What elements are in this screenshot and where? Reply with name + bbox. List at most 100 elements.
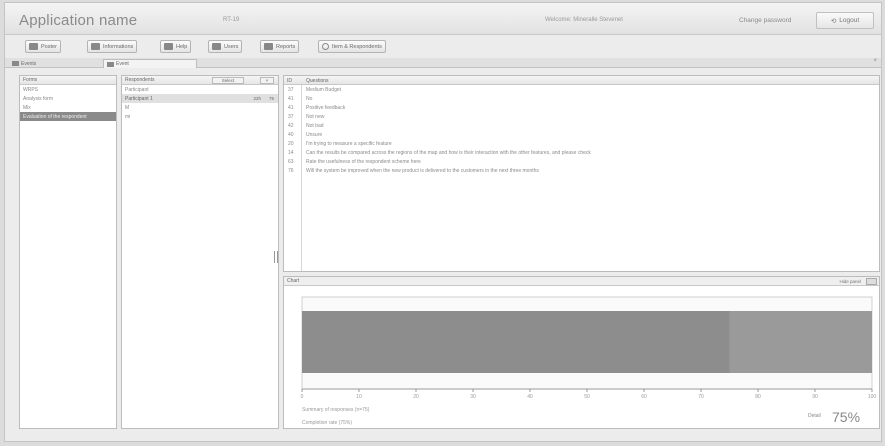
tab-label: Event: [116, 61, 129, 67]
close-icon[interactable]: ×: [873, 58, 877, 64]
toolbar-users-button[interactable]: Users: [208, 40, 243, 53]
close-panel-button[interactable]: [866, 278, 877, 285]
toolbar-label: Users: [224, 43, 239, 50]
chart-bar-remainder: [729, 311, 872, 373]
x-tick-label: 90: [812, 394, 818, 400]
tab-label: Events: [21, 60, 37, 67]
question-id: 40: [288, 131, 294, 138]
question-row[interactable]: Not bad: [302, 121, 879, 130]
results-caption: Summary of responses (n=75): [302, 407, 370, 413]
question-text-column: Medium Budget No Positive feedback Not n…: [302, 85, 879, 271]
form-list-item[interactable]: WRPS: [20, 85, 116, 94]
completion-percent: 75%: [832, 409, 861, 425]
questions-header: ID Questions: [284, 76, 879, 85]
question-row[interactable]: Positive feedback: [302, 103, 879, 112]
grid-icon: [264, 43, 273, 50]
question-row[interactable]: Unsure: [302, 130, 879, 139]
clear-button[interactable]: ×: [260, 77, 274, 84]
question-id-column: 37 41 41 37 42 40 20 14 63 76: [284, 85, 302, 271]
toolbar-item-respondents-button[interactable]: Item & Respondents: [318, 40, 386, 53]
respondent-label: M: [125, 104, 130, 111]
question-row[interactable]: Will the system be improved when the new…: [302, 166, 879, 175]
welcome-text: Welcome: Mineralle Stevenet: [545, 17, 623, 23]
x-tick-label: 70: [698, 394, 704, 400]
respondent-time: 22h: [253, 96, 261, 101]
panel-splitter[interactable]: [274, 251, 278, 263]
respondents-panel: Respondents Select × Participant Partici…: [121, 75, 279, 429]
question-id: 20: [288, 140, 294, 147]
grid-icon: [212, 43, 221, 50]
tab-events[interactable]: Events: [9, 59, 89, 68]
respondent-cells: 22h 75: [253, 96, 274, 101]
x-tick-label: 50: [584, 394, 590, 400]
respondent-label: Participant: [125, 86, 149, 93]
select-button[interactable]: Select: [212, 77, 244, 84]
forms-panel: Forms WRPS Analysis form Mix Evaluation …: [19, 75, 117, 429]
question-id: 41: [288, 104, 294, 111]
respondents-header-label: Respondents: [125, 77, 155, 83]
respondent-list-item[interactable]: M: [122, 103, 278, 112]
chart-bar: [302, 311, 730, 373]
question-row[interactable]: Rate the usefulness of the respondent sc…: [302, 157, 879, 166]
app-code: RT-19: [223, 17, 240, 23]
bar-chart: 0 10 20 30 40 50 60 70 80 90 100: [301, 296, 877, 400]
question-row[interactable]: Not new: [302, 112, 879, 121]
question-row[interactable]: No: [302, 94, 879, 103]
respondent-list-item[interactable]: Participant: [122, 85, 278, 94]
questions-header-id: ID: [287, 78, 292, 84]
completion-text: Completion rate (75%): [302, 420, 353, 426]
question-id: 41: [288, 95, 294, 102]
grid-icon: [12, 61, 19, 66]
question-id: 14: [288, 149, 294, 156]
results-header-label: Chart: [287, 278, 300, 284]
change-password-link[interactable]: Change password: [739, 17, 791, 24]
hide-panel-link[interactable]: Hide panel: [839, 279, 861, 284]
grid-icon: [29, 43, 38, 50]
toolbar-poster-button[interactable]: Poster: [25, 40, 61, 53]
toolbar-label: Reports: [276, 43, 296, 50]
toolbar-informations-button[interactable]: Informations: [87, 40, 138, 53]
respondents-header: Respondents Select ×: [122, 76, 278, 85]
question-id: 37: [288, 86, 294, 93]
detail-label: Detail: [808, 413, 821, 419]
tab-event[interactable]: Event: [103, 59, 197, 68]
toolbar-label: Help: [176, 43, 188, 50]
toolbar-label: Poster: [41, 43, 57, 50]
toolbar-label: Item & Respondents: [332, 43, 382, 50]
questions-header-text: Questions: [306, 78, 329, 84]
logout-button[interactable]: ⟲ Logout: [816, 12, 874, 29]
respondent-list-item-selected[interactable]: Participant 1 22h 75: [122, 94, 278, 103]
question-row[interactable]: Can the results be compared across the r…: [302, 148, 879, 157]
app-window: Application name RT-19 Welcome: Minerall…: [4, 2, 882, 442]
x-tick-label: 80: [755, 394, 761, 400]
x-tick-label: 60: [641, 394, 647, 400]
question-id: 37: [288, 113, 294, 120]
form-list-item[interactable]: Mix: [20, 103, 116, 112]
respondent-list-item[interactable]: mi: [122, 112, 278, 121]
main-toolbar: Poster Informations Help Users Reports I…: [5, 36, 881, 55]
results-header: Chart Hide panel: [284, 277, 879, 286]
logout-label: Logout: [839, 17, 860, 24]
x-tick-label: 10: [356, 394, 362, 400]
toolbar-help-button[interactable]: Help: [160, 40, 192, 53]
chart-area: 0 10 20 30 40 50 60 70 80 90 100 Summary of respon…: [284, 287, 879, 429]
x-tick-label: 40: [527, 394, 533, 400]
question-id: 42: [288, 122, 294, 129]
results-panel: Chart Hide panel 0 10 20 30 40 50 60 70 80 90 100 …: [283, 276, 880, 429]
tab-strip: Events Event ×: [5, 58, 881, 68]
respondent-score: 75: [268, 96, 274, 101]
question-row[interactable]: I'm trying to measure a specific feature: [302, 139, 879, 148]
app-name: Application name: [19, 12, 138, 29]
x-tick-label: 100: [868, 394, 877, 400]
x-tick-label: 20: [413, 394, 419, 400]
question-id: 76: [288, 167, 294, 174]
questions-panel: ID Questions 37 41 41 37 42 40 20 14 63 …: [283, 75, 880, 272]
grid-icon: [164, 43, 173, 50]
forms-header: Forms: [20, 76, 116, 85]
form-list-item-selected[interactable]: Evaluation of the respondent: [20, 112, 116, 121]
grid-icon: [107, 61, 114, 67]
grid-icon: [91, 43, 100, 50]
toolbar-reports-button[interactable]: Reports: [260, 40, 300, 53]
form-list-item[interactable]: Analysis form: [20, 94, 116, 103]
question-row[interactable]: Medium Budget: [302, 85, 879, 94]
